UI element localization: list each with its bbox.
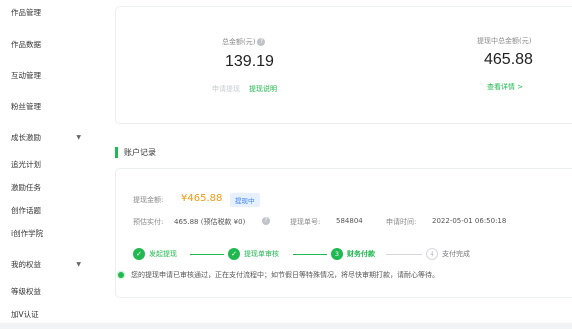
sidebar-item-works-manage[interactable]: 作品管理 [11,7,41,18]
sidebar-item-label: 作品管理 [11,8,41,17]
order-number-value: 584804 [336,217,363,225]
step-number-icon: 4 [426,248,438,260]
order-number-label: 提现单号: [290,218,321,226]
sidebar-item-label: i创作学院 [11,229,44,238]
total-amount-label: 总金额(元)? [222,37,266,47]
step-initiate: ✓ 发起提现 [133,248,177,260]
check-icon: ✓ [133,248,145,260]
sidebar-item-label: 成长激励 [11,133,41,142]
sidebar-item-label: 激励任务 [11,183,41,192]
step-connector [386,254,422,255]
question-icon[interactable]: ? [257,38,266,46]
apply-time-value: 2022-05-01 06:50:18 [432,217,507,225]
step-payment: 3 财务付款 [331,248,375,260]
pending-amount-value: 465.88 [484,51,533,68]
sidebar: 作品管理 作品数据 互动管理 粉丝管理 成长激励 ▼ 追光计划 激励任务 创作话… [0,0,98,329]
step-label: 发起提现 [149,250,177,258]
sidebar-item-label: 我的权益 [11,260,41,269]
estimated-pay-value: 465.88 (预估税款 ¥0) [174,218,246,226]
sidebar-item-label: 等级权益 [11,287,41,296]
question-icon[interactable]: ? [262,217,270,225]
sidebar-item-academy[interactable]: i创作学院 [11,228,43,239]
apply-time-label: 申请时间: [386,218,417,226]
sidebar-group-rights[interactable]: 我的权益 ▼ [11,259,81,270]
sidebar-item-fans[interactable]: 粉丝管理 [11,101,41,112]
section-accent-bar [115,147,118,158]
pending-amount-label: 提现中总金额(元) [477,37,532,45]
withdraw-amount-value: ¥465.88 [181,193,223,204]
sidebar-group-growth[interactable]: 成长激励 ▼ [11,132,81,143]
withdraw-info-link[interactable]: 提现说明 [249,84,277,94]
estimated-pay-label: 预估实付: [133,218,164,226]
sidebar-item-zhuiguang[interactable]: 追光计划 [11,159,41,170]
status-badge: 提现中 [230,193,260,207]
app-root: 作品管理 作品数据 互动管理 粉丝管理 成长激励 ▼ 追光计划 激励任务 创作话… [0,0,572,329]
sidebar-item-label: 加V认证 [11,310,39,319]
caret-down-icon: ▼ [76,134,81,141]
step-label: 支付完成 [442,250,470,258]
sidebar-item-label: 粉丝管理 [11,102,41,111]
sidebar-item-interaction[interactable]: 互动管理 [11,70,41,81]
sidebar-item-level-rights[interactable]: 等级权益 [11,286,41,297]
step-label: 提现单审核 [244,250,279,258]
balance-summary-card: 总金额(元)? 139.19 申请提现 提现说明 提现中总金额(元) 465.8… [115,6,572,124]
sidebar-item-label: 创作话题 [11,206,41,215]
bottom-strip [0,323,572,329]
apply-withdraw-button[interactable]: 申请提现 [212,84,240,94]
sidebar-item-label: 作品数据 [11,40,41,49]
step-complete: 4 支付完成 [426,248,470,260]
payment-notice: 您的提现申请已审核通过，正在支付流程中；如节假日等特殊情况，将尽快审期打款，请耐… [118,270,439,280]
withdraw-amount-label: 提现金额: [133,196,164,204]
step-connector [293,254,327,255]
sidebar-item-topics[interactable]: 创作话题 [11,205,41,216]
section-title: 账户记录 [124,148,156,157]
step-connector [190,254,224,255]
sidebar-item-label: 互动管理 [11,71,41,80]
step-label: 财务付款 [347,250,375,258]
total-amount-label-text: 总金额(元) [222,38,256,46]
account-records-header: 账户记录 [115,147,156,158]
total-amount-value: 139.19 [225,53,274,70]
caret-down-icon: ▼ [76,261,81,268]
sidebar-item-label: 追光计划 [11,160,41,169]
notice-text: 您的提现申请已审核通过，正在支付流程中；如节假日等特殊情况，将尽快审期打款，请耐… [131,271,439,279]
step-review: ✓ 提现单审核 [228,248,279,260]
sidebar-item-works-data[interactable]: 作品数据 [11,39,41,50]
status-dot-icon [118,272,124,278]
sidebar-item-incentive-tasks[interactable]: 激励任务 [11,182,41,193]
sidebar-item-verification[interactable]: 加V认证 [11,309,39,320]
step-number-icon: 3 [331,248,343,260]
view-details-link[interactable]: 查看详情 > [487,82,523,92]
check-icon: ✓ [228,248,240,260]
